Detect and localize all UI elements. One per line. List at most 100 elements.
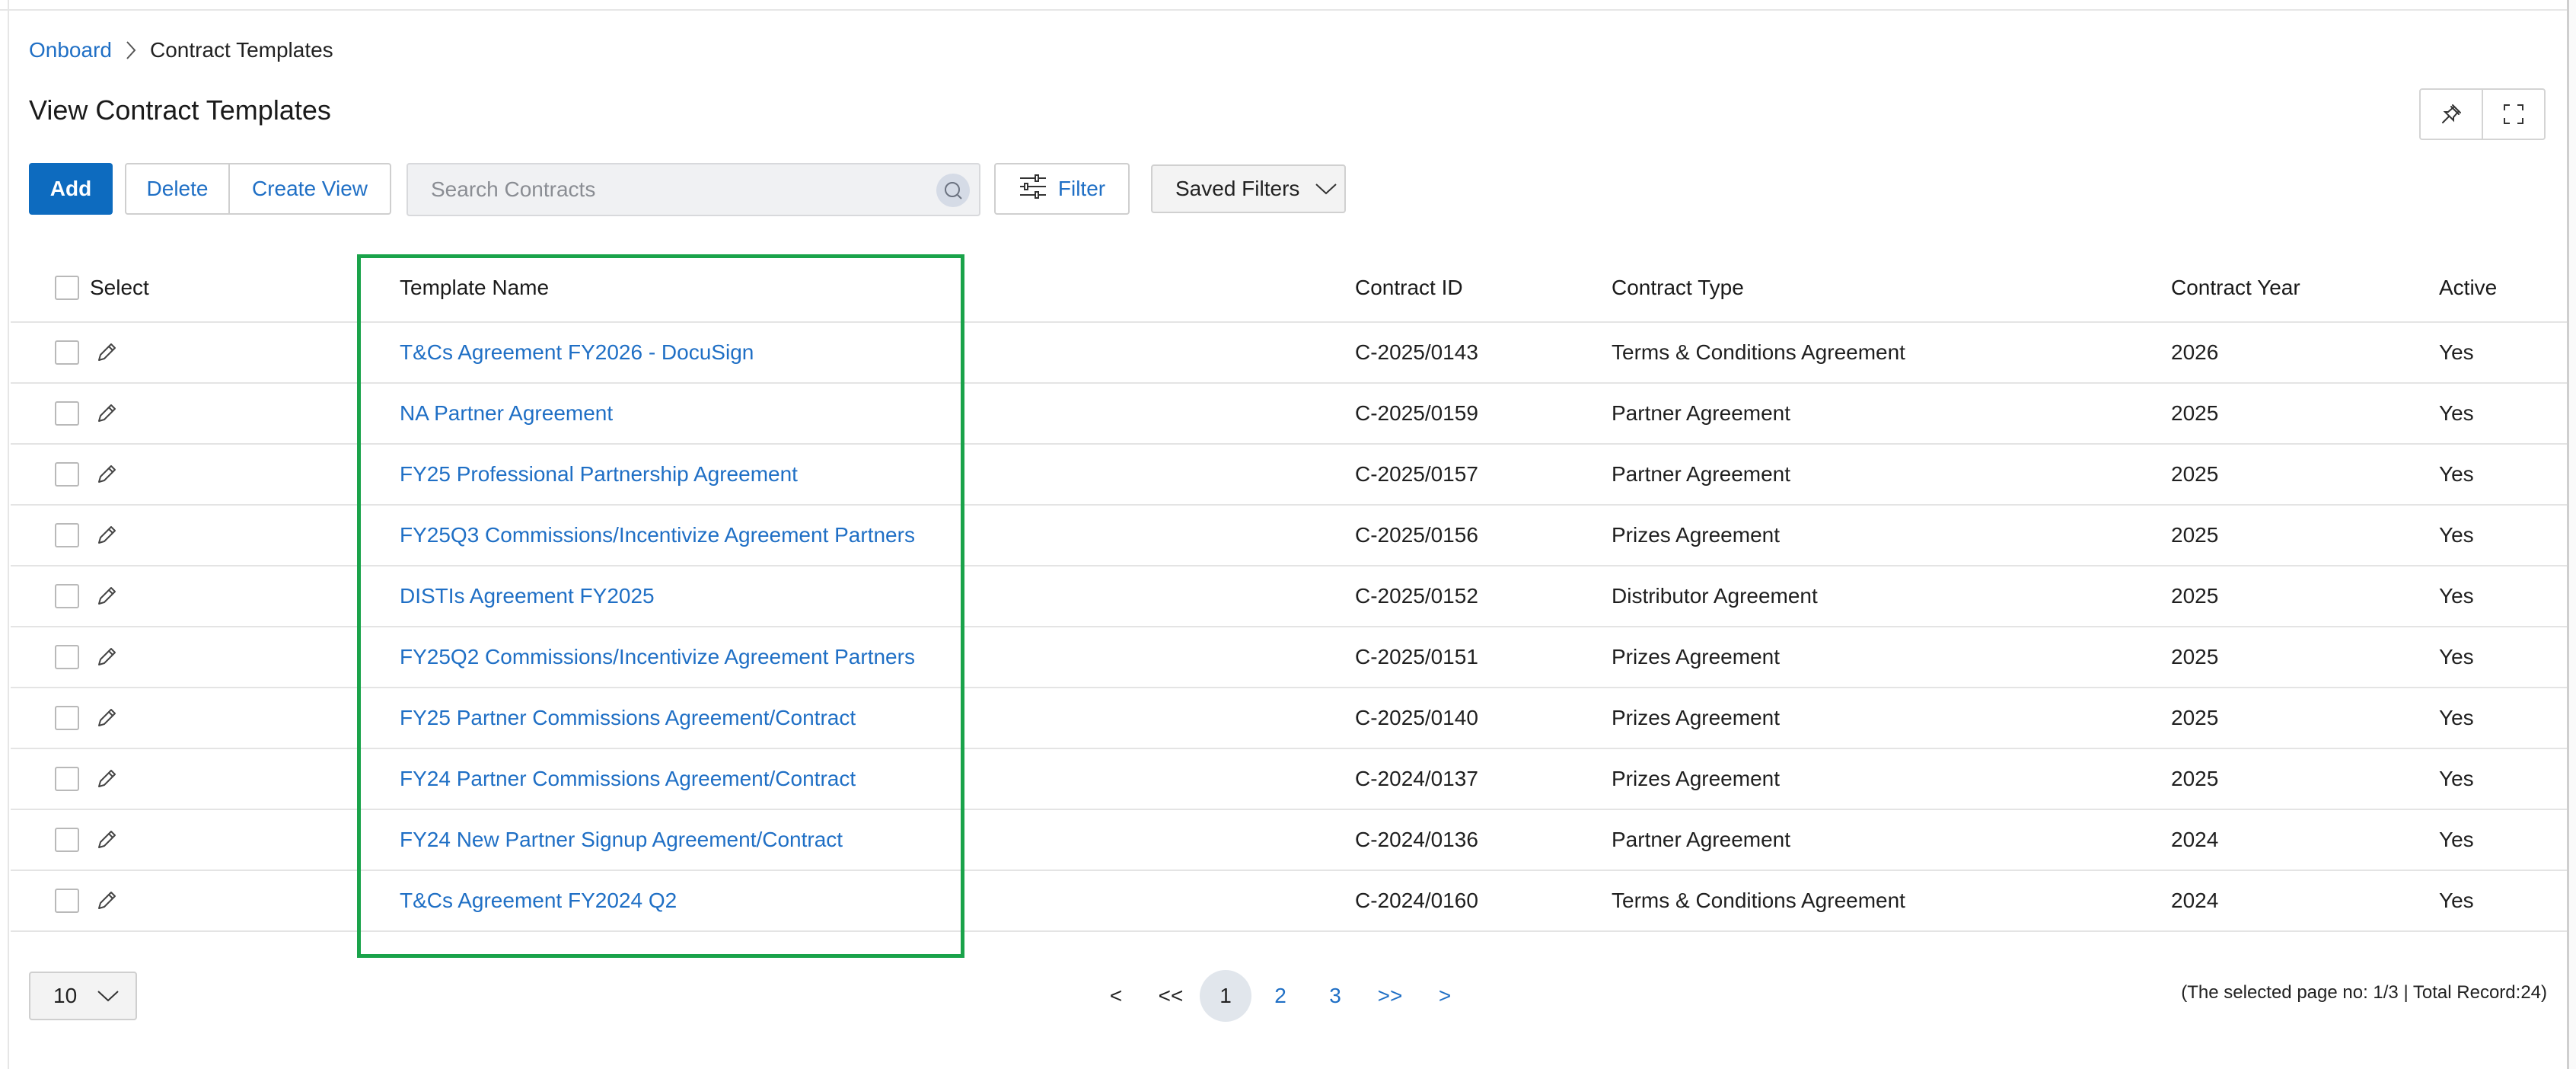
pencil-icon[interactable]: [94, 810, 119, 870]
first-page-button[interactable]: <<: [1143, 970, 1198, 1022]
contract-id: C-2025/0159: [1355, 401, 1478, 425]
pencil-icon[interactable]: [94, 323, 119, 382]
row-checkbox[interactable]: [55, 871, 79, 930]
contract-id: C-2025/0157: [1355, 462, 1478, 486]
template-name-link[interactable]: T&Cs Agreement FY2026 - DocuSign: [400, 323, 754, 382]
table-row: NA Partner Agreement C-2025/0159 Partner A…: [11, 384, 2567, 445]
table-row: T&Cs Agreement FY2024 Q2 C-2024/0160 Terms…: [11, 871, 2567, 932]
page-button-2[interactable]: 2: [1253, 970, 1308, 1022]
next-page-button[interactable]: >: [1417, 970, 1472, 1022]
page-size-select[interactable]: 10: [29, 972, 137, 1020]
template-name-link[interactable]: FY25Q3 Commissions/Incentivize Agreement…: [400, 506, 915, 565]
breadcrumb-current: Contract Templates: [149, 38, 333, 62]
filter-button[interactable]: Filter: [994, 163, 1130, 215]
chevron-down-icon: [97, 984, 120, 1008]
template-name-link[interactable]: FY24 Partner Commissions Agreement/Contr…: [400, 749, 856, 809]
search-input[interactable]: [431, 177, 918, 202]
contract-templates-table: Select Template Name Contract ID Contrac…: [11, 254, 2567, 932]
page-button-3[interactable]: 3: [1308, 970, 1363, 1022]
contract-id: C-2024/0137: [1355, 767, 1478, 790]
contract-id: C-2025/0151: [1355, 645, 1478, 669]
pencil-icon[interactable]: [94, 871, 119, 930]
saved-filters-dropdown[interactable]: Saved Filters: [1151, 164, 1346, 213]
row-checkbox[interactable]: [55, 566, 79, 626]
table-row: FY25 Professional Partnership Agreement C…: [11, 445, 2567, 506]
pencil-icon[interactable]: [94, 627, 119, 687]
row-checkbox[interactable]: [55, 506, 79, 565]
scrollbar-track[interactable]: [2567, 0, 2576, 1069]
contract-type: Partner Agreement: [1612, 401, 1791, 425]
active-status: Yes: [2439, 401, 2474, 425]
contract-year: 2025: [2171, 401, 2219, 425]
pin-icon[interactable]: [2421, 90, 2482, 139]
template-name-link[interactable]: NA Partner Agreement: [400, 384, 613, 443]
contract-id: C-2025/0140: [1355, 706, 1478, 729]
sliders-icon: [1019, 174, 1047, 205]
saved-filters-label: Saved Filters: [1175, 177, 1300, 200]
column-header-contract-type[interactable]: Contract Type: [1612, 254, 1744, 321]
pencil-icon[interactable]: [94, 566, 119, 626]
create-view-button[interactable]: Create View: [228, 164, 390, 213]
contract-year: 2025: [2171, 645, 2219, 669]
contract-id: C-2024/0136: [1355, 828, 1478, 851]
active-status: Yes: [2439, 523, 2474, 547]
active-status: Yes: [2439, 645, 2474, 669]
contract-type: Terms & Conditions Agreement: [1612, 889, 1905, 912]
delete-button[interactable]: Delete: [126, 164, 228, 213]
row-checkbox[interactable]: [55, 445, 79, 504]
search-icon[interactable]: [936, 174, 970, 207]
select-all-checkbox[interactable]: [55, 254, 79, 321]
last-page-button[interactable]: >>: [1363, 970, 1417, 1022]
column-header-contract-id[interactable]: Contract ID: [1355, 254, 1463, 321]
column-header-active[interactable]: Active: [2439, 254, 2497, 321]
row-checkbox[interactable]: [55, 627, 79, 687]
pencil-icon[interactable]: [94, 506, 119, 565]
row-checkbox[interactable]: [55, 749, 79, 809]
record-info: (The selected page no: 1/3 | Total Recor…: [2181, 982, 2547, 1003]
active-status: Yes: [2439, 462, 2474, 486]
contract-type: Prizes Agreement: [1612, 523, 1780, 547]
active-status: Yes: [2439, 889, 2474, 912]
pencil-icon[interactable]: [94, 749, 119, 809]
contract-year: 2025: [2171, 706, 2219, 729]
column-header-contract-year[interactable]: Contract Year: [2171, 254, 2300, 321]
active-status: Yes: [2439, 584, 2474, 608]
table-row: FY25Q2 Commissions/Incentivize Agreement…: [11, 627, 2567, 688]
contract-type: Partner Agreement: [1612, 462, 1791, 486]
contract-type: Prizes Agreement: [1612, 706, 1780, 729]
pencil-icon[interactable]: [94, 688, 119, 748]
template-name-link[interactable]: T&Cs Agreement FY2024 Q2: [400, 871, 677, 930]
expand-icon[interactable]: [2482, 90, 2544, 139]
row-checkbox[interactable]: [55, 688, 79, 748]
template-name-link[interactable]: DISTIs Agreement FY2025: [400, 566, 655, 626]
action-button-group: Delete Create View: [125, 163, 391, 215]
contract-type: Partner Agreement: [1612, 828, 1791, 851]
left-edge: [0, 0, 9, 1069]
contract-id: C-2025/0156: [1355, 523, 1478, 547]
contract-year: 2025: [2171, 767, 2219, 790]
table-row: T&Cs Agreement FY2026 - DocuSign C-2025/0…: [11, 323, 2567, 384]
prev-page-button[interactable]: <: [1089, 970, 1143, 1022]
breadcrumb: Onboard Contract Templates: [29, 34, 333, 67]
pencil-icon[interactable]: [94, 445, 119, 504]
template-name-link[interactable]: FY24 New Partner Signup Agreement/Contra…: [400, 810, 843, 870]
row-checkbox[interactable]: [55, 810, 79, 870]
top-border: [0, 0, 2576, 11]
template-name-link[interactable]: FY25 Partner Commissions Agreement/Contr…: [400, 688, 856, 748]
table-row: FY24 Partner Commissions Agreement/Contr…: [11, 749, 2567, 810]
contract-type: Terms & Conditions Agreement: [1612, 340, 1905, 364]
row-checkbox[interactable]: [55, 323, 79, 382]
contract-year: 2025: [2171, 584, 2219, 608]
template-name-link[interactable]: FY25 Professional Partnership Agreement: [400, 445, 798, 504]
active-status: Yes: [2439, 828, 2474, 851]
table-row: FY24 New Partner Signup Agreement/Contra…: [11, 810, 2567, 871]
breadcrumb-onboard-link[interactable]: Onboard: [29, 38, 112, 62]
pencil-icon[interactable]: [94, 384, 119, 443]
contract-id: C-2024/0160: [1355, 889, 1478, 912]
column-header-template-name[interactable]: Template Name: [400, 254, 549, 321]
row-checkbox[interactable]: [55, 384, 79, 443]
page-button-1[interactable]: 1: [1200, 970, 1251, 1022]
add-button[interactable]: Add: [29, 163, 113, 215]
template-name-link[interactable]: FY25Q2 Commissions/Incentivize Agreement…: [400, 627, 915, 687]
contract-type: Distributor Agreement: [1612, 584, 1818, 608]
